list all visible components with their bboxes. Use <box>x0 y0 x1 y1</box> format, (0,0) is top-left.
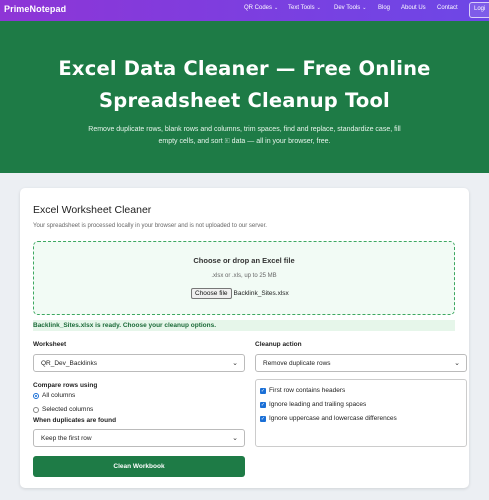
clean-workbook-button[interactable]: Clean Workbook <box>33 456 245 477</box>
page-title: Excel Data Cleaner — Free Online Spreads… <box>58 57 431 112</box>
cleaner-card: Excel Worksheet Cleaner Your spreadsheet… <box>20 188 469 488</box>
check-first-row-headers-label: First row contains headers <box>269 387 346 394</box>
status-message: Backlink_Sites.xlsx is ready. Choose you… <box>33 320 455 331</box>
nav-dev-tools-label: Dev Tools <box>334 5 361 11</box>
privacy-note: Your spreadsheet is processed locally in… <box>33 223 267 229</box>
radio-all-columns-label: All columns <box>42 392 76 399</box>
check-ignore-case-label: Ignore uppercase and lowercase differenc… <box>269 415 397 422</box>
checkbox-checked-icon[interactable]: ✓ <box>260 415 266 422</box>
file-dropzone[interactable]: Choose or drop an Excel file .xlsx or .x… <box>33 241 455 315</box>
radio-selected-icon[interactable] <box>33 392 39 399</box>
choose-file-button[interactable]: Choose file <box>191 288 232 299</box>
radio-selected-columns[interactable]: Selected columns <box>33 406 93 413</box>
radio-all-columns[interactable]: All columns <box>33 392 75 399</box>
file-input: Choose file Backlink_Sites.xlsx <box>191 288 289 299</box>
check-ignore-spaces[interactable]: ✓ Ignore leading and trailing spaces <box>260 401 366 408</box>
brand-logo[interactable]: PrimeNotepad <box>4 4 66 14</box>
tool-title: Excel Worksheet Cleaner <box>33 204 152 216</box>
chevron-down-icon: ⌄ <box>274 5 279 11</box>
worksheet-label: Worksheet <box>33 341 67 348</box>
selected-file-name: Backlink_Sites.xlsx <box>233 290 289 297</box>
chevron-down-icon: ⌄ <box>454 360 460 367</box>
nav-about-us[interactable]: About Us <box>401 5 426 11</box>
worksheet-select[interactable]: QR_Dev_Backlinks ⌄ <box>33 354 245 372</box>
chevron-down-icon: ⌄ <box>232 360 238 367</box>
duplicates-value: Keep the first row <box>41 435 92 442</box>
checkbox-checked-icon[interactable]: ✓ <box>260 401 266 408</box>
dropzone-hint: .xlsx or .xls, up to 25 MB <box>211 273 277 279</box>
duplicates-label: When duplicates are found <box>33 417 117 424</box>
nav-text-tools-label: Text Tools <box>288 5 315 11</box>
nav-qr-codes[interactable]: QR Codes ⌄ <box>244 5 278 11</box>
nav-contact[interactable]: Contact <box>437 5 458 11</box>
worksheet-value: QR_Dev_Backlinks <box>41 360 97 367</box>
hero-banner: Excel Data Cleaner — Free Online Spreads… <box>0 21 489 173</box>
nav-blog[interactable]: Blog <box>378 5 390 11</box>
check-first-row-headers[interactable]: ✓ First row contains headers <box>260 387 345 394</box>
options-panel: ✓ First row contains headers ✓ Ignore le… <box>255 379 467 447</box>
check-ignore-case[interactable]: ✓ Ignore uppercase and lowercase differe… <box>260 415 397 422</box>
radio-selected-columns-label: Selected columns <box>42 406 94 413</box>
login-button[interactable]: Logi <box>469 2 489 18</box>
chevron-down-icon: ⌄ <box>232 435 238 442</box>
chevron-down-icon: ⌄ <box>316 5 321 11</box>
chevron-down-icon: ⌄ <box>362 5 367 11</box>
cleanup-action-label: Cleanup action <box>255 341 302 348</box>
hero-subtitle: Remove duplicate rows, blank rows and co… <box>88 126 401 145</box>
cleanup-action-select[interactable]: Remove duplicate rows ⌄ <box>255 354 467 372</box>
radio-unselected-icon[interactable] <box>33 406 39 413</box>
dropzone-title: Choose or drop an Excel file <box>193 256 295 265</box>
nav-dev-tools[interactable]: Dev Tools ⌄ <box>334 5 366 11</box>
nav-qr-codes-label: QR Codes <box>244 5 273 11</box>
check-ignore-spaces-label: Ignore leading and trailing spaces <box>269 401 367 408</box>
duplicates-select[interactable]: Keep the first row ⌄ <box>33 429 245 447</box>
cleanup-action-value: Remove duplicate rows <box>263 360 331 367</box>
compare-rows-label: Compare rows using <box>33 382 98 389</box>
nav-text-tools[interactable]: Text Tools ⌄ <box>288 5 321 11</box>
checkbox-checked-icon[interactable]: ✓ <box>260 387 266 394</box>
top-navbar: PrimeNotepad QR Codes ⌄ Text Tools ⌄ Dev… <box>0 0 489 21</box>
